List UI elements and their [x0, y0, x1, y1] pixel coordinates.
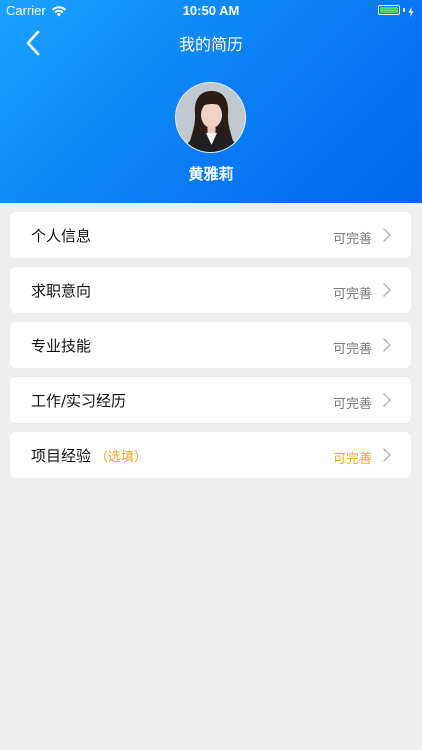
user-name: 黄雅莉 — [188, 165, 234, 183]
page-title: 我的简历 — [178, 35, 243, 54]
avatar[interactable] — [175, 82, 246, 153]
chevron-right-icon — [383, 338, 391, 352]
header: Carrier 10:50 AM 我的简历 黄雅莉 — [0, 0, 422, 203]
optional-tag: （选填） — [95, 450, 148, 465]
section-label: 求职意向 — [31, 282, 92, 300]
resume-section-list: 个人信息 可完善 求职意向 可完善 专业技能 可完善 工作/实习经历 可完善 项… — [10, 212, 411, 487]
section-project-experience[interactable]: 项目经验 （选填） 可完善 — [10, 432, 411, 478]
chevron-right-icon — [383, 393, 391, 407]
chevron-right-icon — [383, 283, 391, 297]
avatar-photo — [176, 83, 245, 152]
section-professional-skills[interactable]: 专业技能 可完善 — [10, 322, 411, 368]
section-work-experience[interactable]: 工作/实习经历 可完善 — [10, 377, 411, 423]
status-bar: Carrier 10:50 AM — [0, 0, 422, 22]
section-personal-info[interactable]: 个人信息 可完善 — [10, 212, 411, 258]
section-job-intention[interactable]: 求职意向 可完善 — [10, 267, 411, 313]
section-status: 可完善 — [332, 232, 372, 247]
section-label: 个人信息 — [31, 227, 92, 245]
section-status: 可完善 — [332, 287, 372, 302]
section-label: 专业技能 — [31, 337, 92, 355]
battery-icon — [378, 5, 400, 15]
battery-fill — [380, 7, 398, 13]
section-label: 工作/实习经历 — [31, 392, 127, 410]
section-label: 项目经验 （选填） — [31, 447, 148, 465]
battery-tip — [403, 8, 405, 12]
chevron-right-icon — [383, 448, 391, 462]
chevron-right-icon — [383, 228, 391, 242]
section-status: 可完善 — [332, 342, 372, 357]
status-time: 10:50 AM — [182, 3, 240, 18]
section-status: 可完善 — [332, 452, 372, 467]
section-status: 可完善 — [332, 397, 372, 412]
charging-bolt-icon — [408, 5, 414, 17]
battery-indicator — [378, 5, 414, 17]
